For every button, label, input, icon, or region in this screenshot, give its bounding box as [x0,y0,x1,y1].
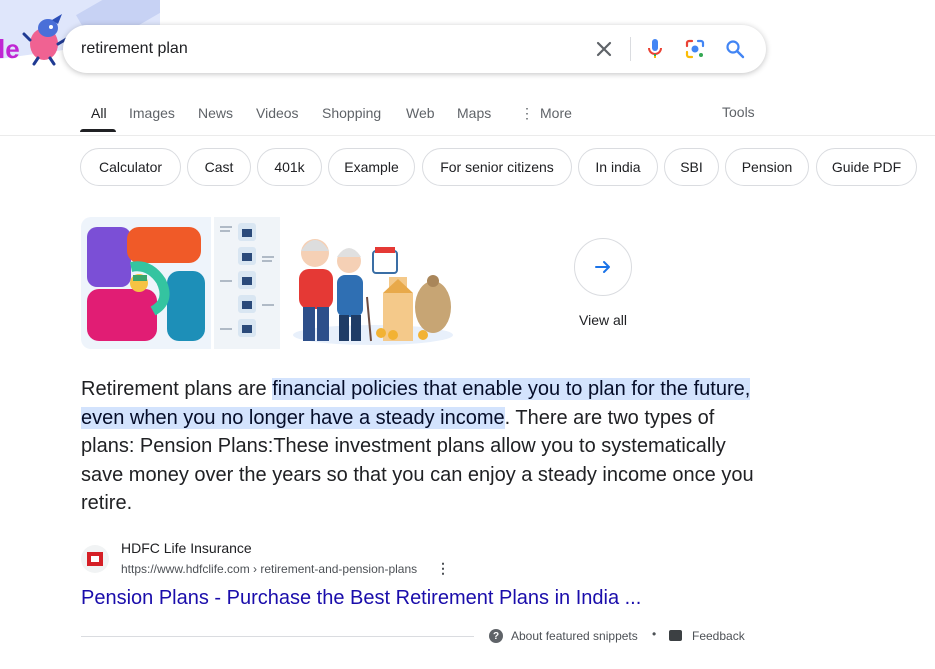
chip-401k[interactable]: 401k [257,148,322,186]
chip-for-senior-citizens[interactable]: For senior citizens [422,148,572,186]
featured-snippet-text: Retirement plans are financial policies … [81,375,761,518]
view-all-label[interactable]: View all [579,312,627,328]
snippet-pre: Retirement plans are [81,378,273,400]
arrow-right-icon [595,261,610,273]
chip-sbi[interactable]: SBI [664,148,719,186]
image-result-3[interactable] [283,217,459,349]
chip-guide-pdf[interactable]: Guide PDF [816,148,917,186]
hdfc-favicon-icon[interactable] [81,545,109,573]
doodle-letters: le [0,34,20,64]
chip-calculator[interactable]: Calculator [80,148,181,186]
tab-videos[interactable]: Videos [256,105,299,121]
feedback-icon[interactable] [669,630,682,641]
about-featured-snippets-link[interactable]: About featured snippets [511,629,638,643]
tools-button[interactable]: Tools [722,104,755,120]
search-divider [630,37,631,61]
elderly-couple-image [293,239,453,345]
search-input[interactable]: retirement plan [81,40,188,58]
chip-pension[interactable]: Pension [725,148,809,186]
image-result-2[interactable] [214,217,280,349]
footer-separator: • [652,627,657,641]
active-tab-indicator [80,129,116,132]
chip-cast[interactable]: Cast [187,148,251,186]
pension-steps-image [220,223,274,337]
view-all-button[interactable] [574,238,632,296]
infographic-image [87,227,205,341]
close-icon[interactable] [592,37,616,61]
source-url[interactable]: https://www.hdfclife.com › retirement-an… [121,562,417,576]
tab-more-label: More [540,105,572,121]
result-title-link[interactable]: Pension Plans - Purchase the Best Retire… [81,587,641,610]
snippet-footer-divider [81,636,474,637]
tab-more[interactable]: ⋮ More [520,105,572,122]
tab-news[interactable]: News [198,105,233,121]
feedback-link[interactable]: Feedback [692,629,745,643]
doodle-character-icon [22,14,70,66]
image-results-strip [81,217,459,349]
tab-shopping[interactable]: Shopping [322,105,381,121]
tab-web[interactable]: Web [406,105,435,121]
microphone-icon[interactable] [643,37,667,61]
tab-maps[interactable]: Maps [457,105,491,121]
chip-example[interactable]: Example [328,148,415,186]
result-options-icon[interactable]: ⋮ [436,560,450,577]
search-icon[interactable] [723,37,747,61]
chip-in-india[interactable]: In india [578,148,658,186]
source-site-name[interactable]: HDFC Life Insurance [121,540,252,556]
tabs-divider [0,135,935,136]
google-lens-icon[interactable] [683,37,707,61]
image-result-1[interactable] [81,217,211,349]
more-vert-icon: ⋮ [520,105,534,121]
tab-images[interactable]: Images [129,105,175,121]
search-bar[interactable]: retirement plan [63,25,766,73]
tab-all[interactable]: All [91,105,107,121]
help-icon[interactable]: ? [489,629,503,643]
